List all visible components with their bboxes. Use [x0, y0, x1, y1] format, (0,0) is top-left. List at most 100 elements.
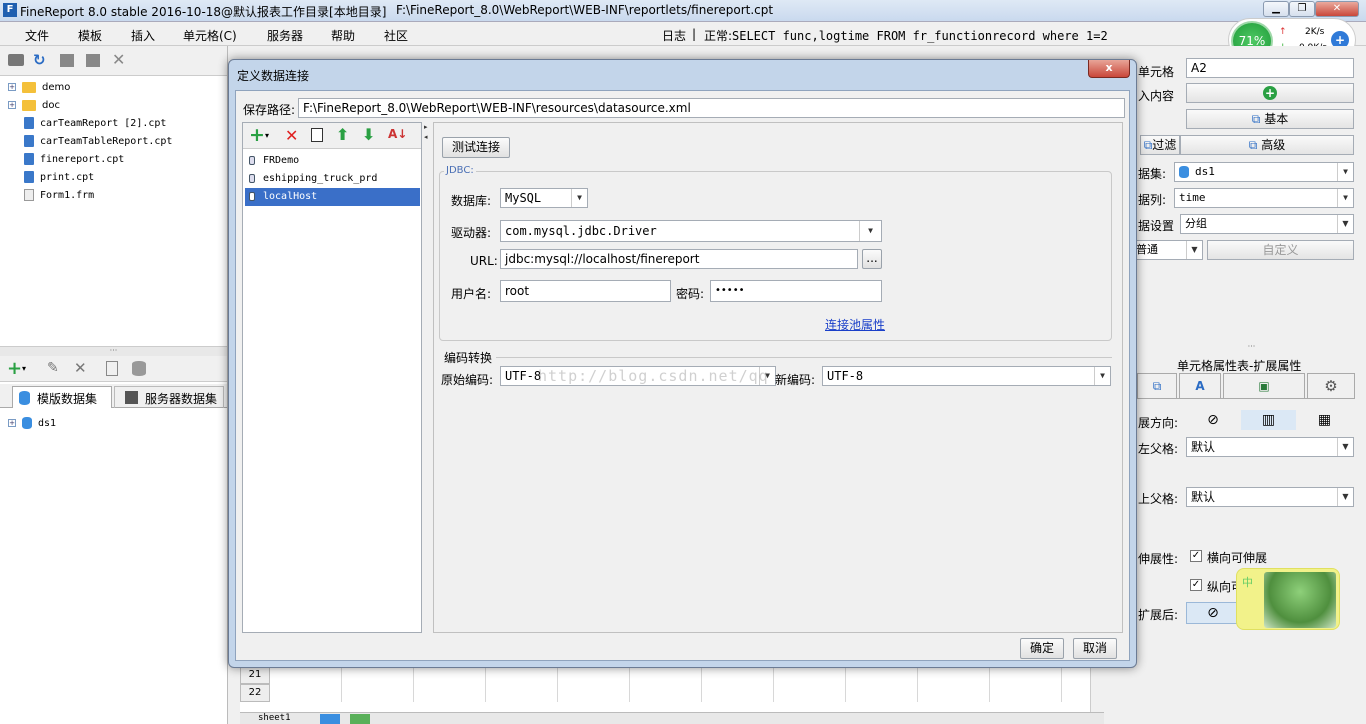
move-up-icon[interactable]: ⬆: [336, 125, 349, 144]
tab-template-dataset[interactable]: 模版数据集: [12, 386, 112, 408]
refresh-icon[interactable]: ↻: [33, 51, 46, 69]
folder-icon[interactable]: [8, 54, 24, 66]
sort-icon[interactable]: A↓: [388, 127, 407, 141]
driver-select[interactable]: com.mysql.jdbc.Driver ▼: [500, 220, 882, 242]
tab-server-dataset[interactable]: 服务器数据集: [114, 386, 224, 408]
menu-community[interactable]: 社区: [384, 27, 408, 44]
basic-icon: ⧉: [1251, 112, 1265, 126]
connection-item[interactable]: eshipping_truck_prd: [245, 170, 420, 188]
edit-icon[interactable]: [60, 54, 74, 67]
url-field[interactable]: jdbc:mysql://localhost/finereport: [500, 249, 858, 269]
menu-cell[interactable]: 单元格(C): [183, 27, 237, 44]
connection-pool-link[interactable]: 连接池属性: [825, 316, 885, 333]
filter-button[interactable]: ⧉过滤: [1140, 135, 1180, 155]
menu-server[interactable]: 服务器: [267, 27, 303, 44]
left-parent-select[interactable]: 默认 ▼: [1186, 437, 1354, 457]
direction-none-button[interactable]: ⊘: [1186, 410, 1240, 430]
delete-connection-icon[interactable]: ✕: [285, 126, 298, 145]
test-connection-button[interactable]: 测试连接: [442, 137, 510, 158]
advanced-button[interactable]: ⧉ 高级: [1180, 135, 1354, 155]
password-field[interactable]: •••••: [710, 280, 882, 302]
top-parent-value: 默认: [1191, 490, 1216, 504]
edit-dataset-icon[interactable]: ✎: [47, 360, 59, 376]
panel-splitter[interactable]: ···: [0, 346, 227, 356]
connection-item-selected[interactable]: localHost: [245, 188, 420, 206]
panel-splitter[interactable]: ···: [1137, 343, 1366, 352]
dropdown-arrow-icon[interactable]: ▾: [265, 131, 269, 140]
database-select[interactable]: MySQL ▼: [500, 188, 588, 208]
insert-content-button[interactable]: +: [1186, 83, 1354, 103]
password-label: 密码:: [676, 287, 705, 301]
add-form-icon[interactable]: [350, 714, 370, 724]
menu-insert[interactable]: 插入: [131, 27, 155, 44]
row-header: 22: [240, 684, 270, 702]
add-sheet-icon[interactable]: [320, 714, 340, 724]
floating-widget[interactable]: 中: [1236, 568, 1340, 630]
chevron-down-icon: ▼: [571, 189, 587, 207]
add-connection-icon[interactable]: +: [249, 124, 265, 146]
connection-item[interactable]: FRDemo: [245, 152, 420, 170]
tree-label: carTeamTableReport.cpt: [40, 136, 173, 147]
tree-item-file[interactable]: carTeamReport [2].cpt: [24, 116, 166, 132]
tree-item-folder[interactable]: + demo: [8, 80, 70, 96]
sheet-tab[interactable]: sheet1: [258, 713, 291, 723]
jdbc-legend: JDBC:: [444, 165, 476, 176]
dataset-label: ds1: [38, 418, 57, 429]
mode-select[interactable]: 普通 ▼: [1131, 240, 1203, 260]
connection-label: localHost: [263, 191, 318, 202]
server-dataset-icon: [125, 391, 138, 404]
menu-file[interactable]: 文件: [25, 27, 49, 44]
dataset-toolbar: + ▾ ✎ ✕: [0, 356, 227, 382]
direction-vertical-button[interactable]: ▥: [1241, 410, 1296, 430]
tree-label: finereport.cpt: [40, 154, 125, 165]
add-dataset-icon[interactable]: +: [7, 358, 22, 379]
column-select[interactable]: time ▼: [1174, 188, 1354, 208]
direction-horizontal-button[interactable]: ▦: [1297, 410, 1352, 430]
tree-item-folder[interactable]: + doc: [8, 98, 60, 114]
vertical-stretch-checkbox[interactable]: ✓: [1190, 579, 1202, 591]
ok-button[interactable]: 确定: [1020, 638, 1064, 659]
minimize-button[interactable]: ▁: [1263, 1, 1289, 17]
username-field[interactable]: root: [500, 280, 671, 302]
tree-item-file[interactable]: print.cpt: [24, 170, 94, 186]
database-icon[interactable]: [132, 361, 146, 376]
tree-item-file[interactable]: Form1.frm: [24, 188, 94, 204]
menu-help[interactable]: 帮助: [331, 27, 355, 44]
cancel-button[interactable]: 取消: [1073, 638, 1117, 659]
tools-icon[interactable]: [86, 54, 100, 67]
preview-icon[interactable]: [106, 361, 118, 376]
top-parent-select[interactable]: 默认 ▼: [1186, 487, 1354, 507]
dialog-close-button[interactable]: x: [1088, 60, 1130, 78]
form-file-icon: [24, 189, 34, 201]
save-path-field[interactable]: F:\FineReport_8.0\WebReport\WEB-INF\reso…: [298, 98, 1125, 118]
dropdown-arrow-icon[interactable]: ▾: [22, 364, 26, 373]
setting-select[interactable]: 分组 ▼: [1180, 214, 1354, 234]
tree-label: doc: [42, 100, 60, 111]
tab-form[interactable]: ▣: [1223, 373, 1305, 399]
delete-icon[interactable]: ✕: [112, 50, 125, 69]
tab-style[interactable]: A: [1179, 373, 1221, 399]
window-close-button[interactable]: ✕: [1315, 1, 1359, 17]
url-more-button[interactable]: ...: [862, 249, 882, 269]
dataset-select[interactable]: ds1 ▼: [1174, 162, 1354, 182]
cell-name-field[interactable]: A2: [1186, 58, 1354, 78]
delete-dataset-icon[interactable]: ✕: [74, 359, 87, 377]
splitter-arrows[interactable]: ▸ ◂: [424, 122, 430, 162]
basic-button[interactable]: ⧉ 基本: [1186, 109, 1354, 129]
after-expand-none-button[interactable]: ⊘: [1186, 602, 1240, 624]
left-parent-label: 左父格:: [1138, 442, 1179, 456]
move-down-icon[interactable]: ⬇: [362, 125, 375, 144]
tab-settings[interactable]: ⚙: [1307, 373, 1355, 399]
horizontal-stretch-checkbox[interactable]: ✓: [1190, 550, 1202, 562]
maximize-button[interactable]: ❐: [1289, 1, 1315, 17]
log-label[interactable]: 日志: [662, 27, 686, 44]
tree-item-file[interactable]: carTeamTableReport.cpt: [24, 134, 172, 150]
new-encoding-select[interactable]: UTF-8 ▼: [822, 366, 1111, 386]
copy-connection-icon[interactable]: [311, 128, 323, 142]
tab-expand[interactable]: ⧉: [1137, 373, 1177, 399]
menu-template[interactable]: 模板: [78, 27, 102, 44]
dataset-item[interactable]: + ds1: [8, 416, 56, 432]
tree-item-file[interactable]: finereport.cpt: [24, 152, 124, 168]
custom-button[interactable]: 自定义: [1207, 240, 1354, 260]
log-separator: |: [692, 27, 697, 41]
